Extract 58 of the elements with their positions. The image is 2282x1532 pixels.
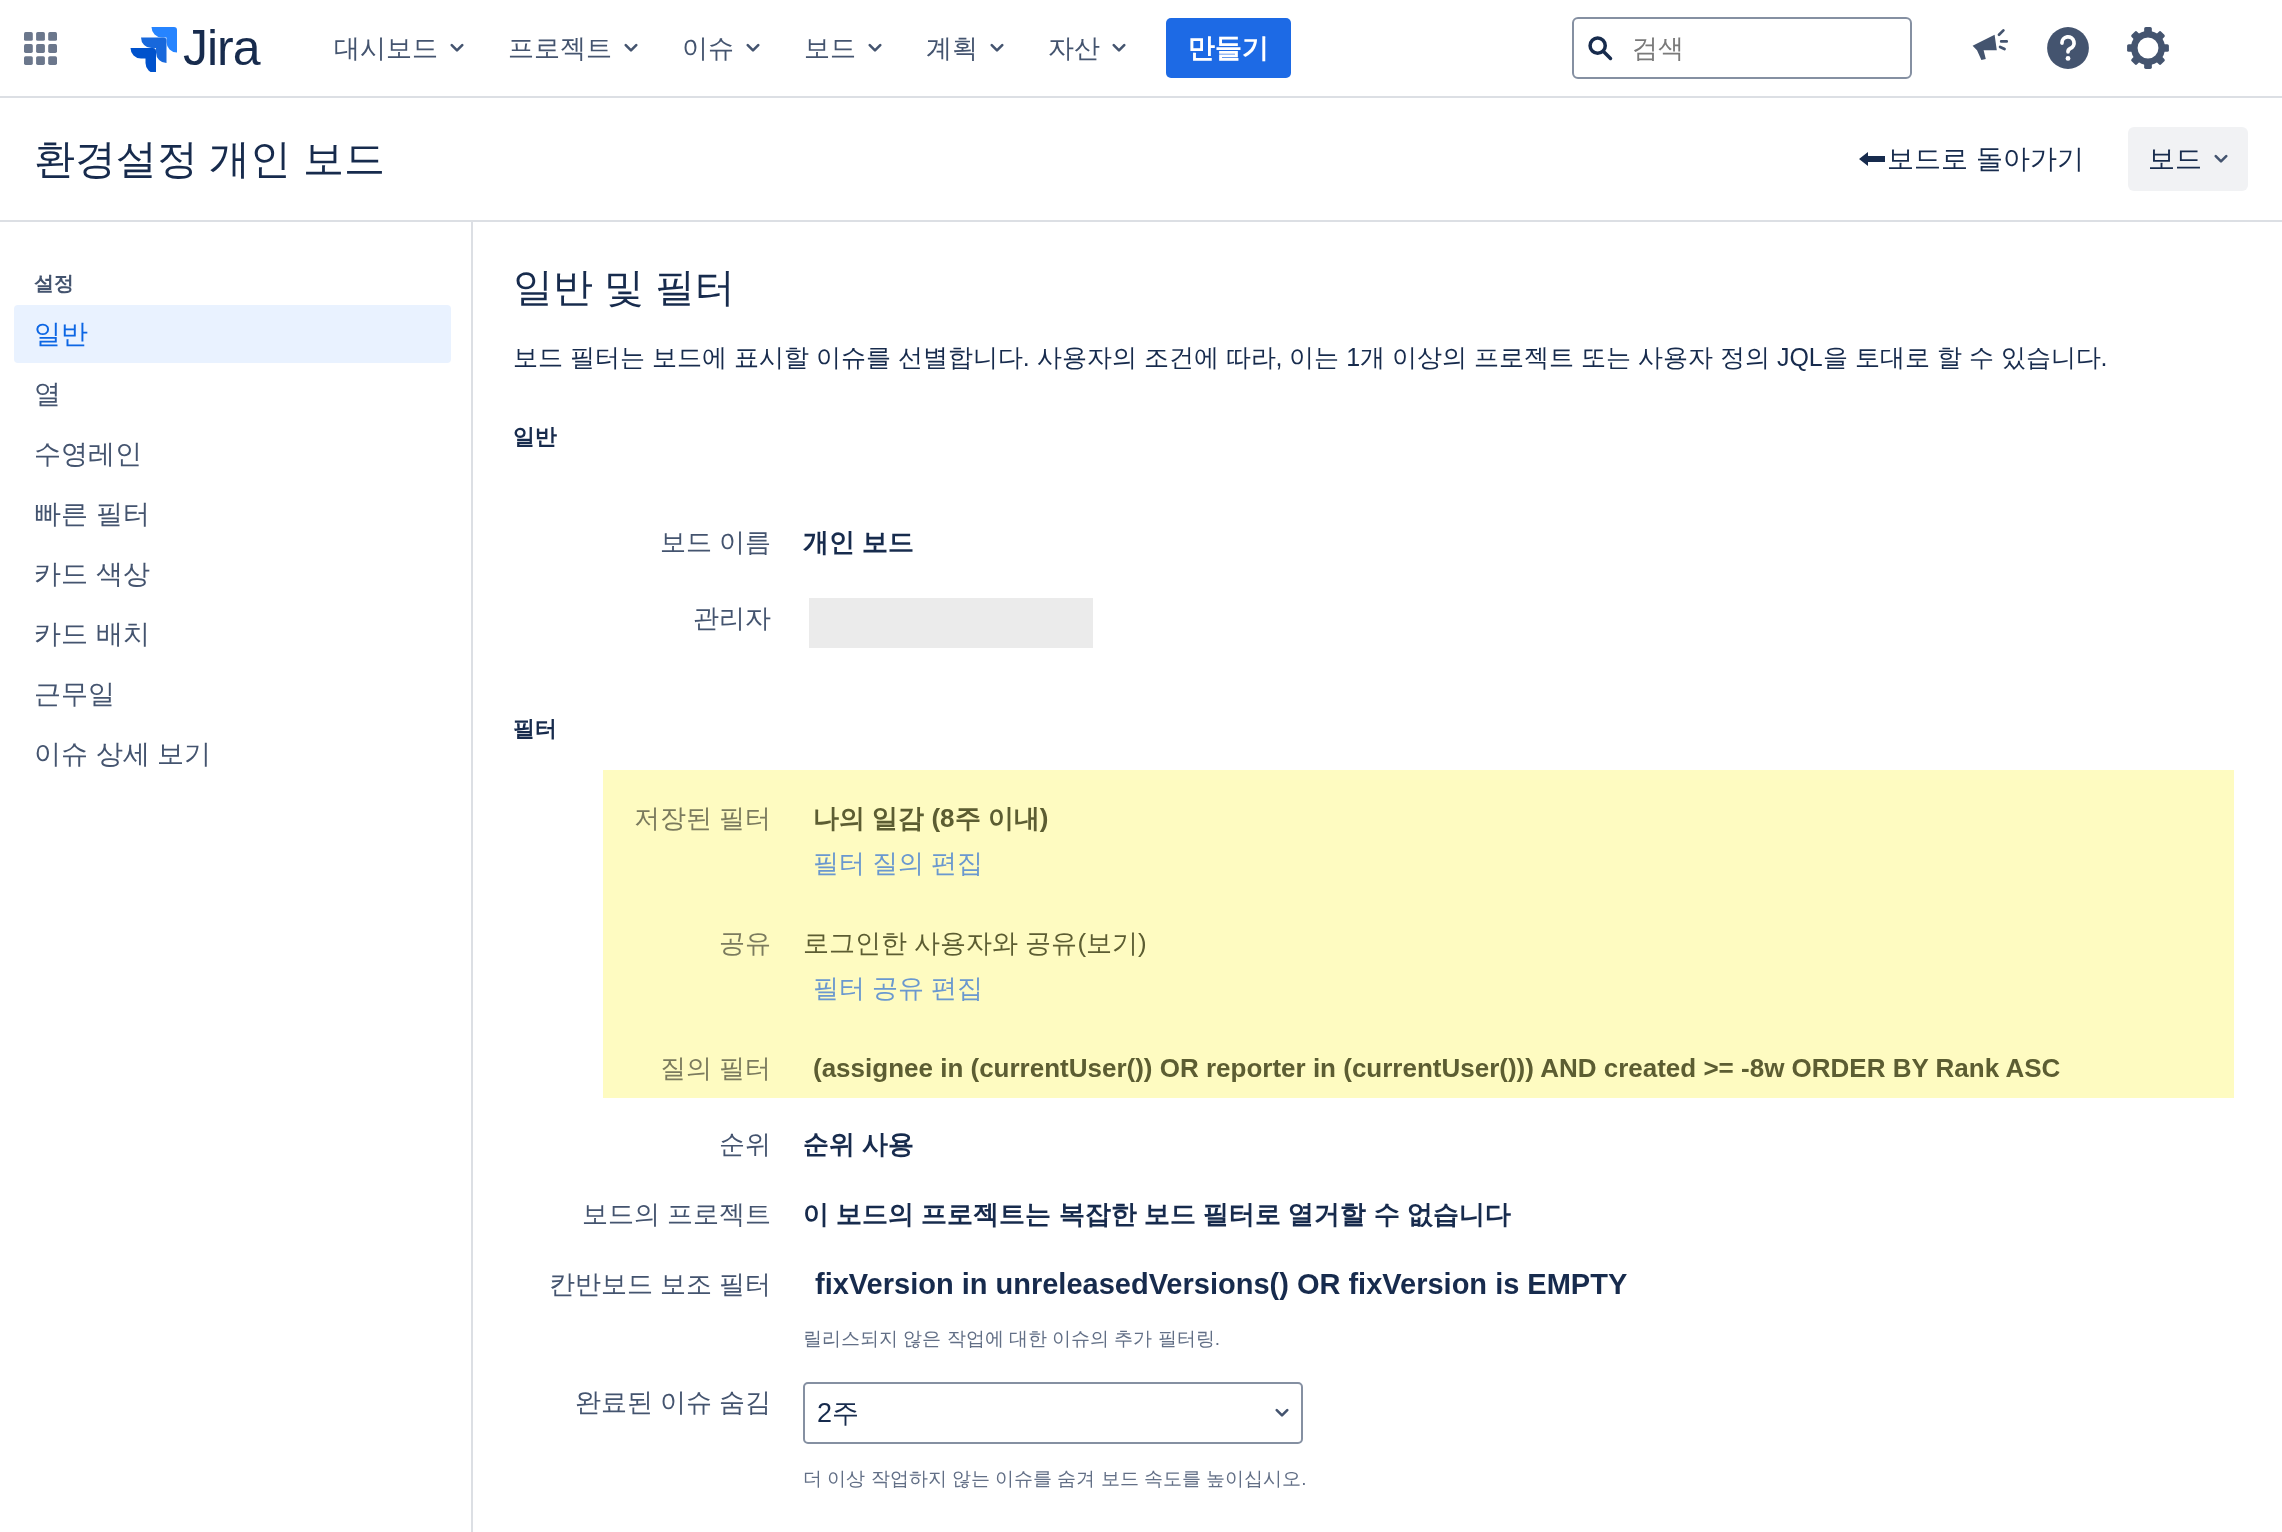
- sidebar-item[interactable]: 이슈 상세 보기: [14, 725, 451, 783]
- chevron-down-icon: [989, 43, 1004, 53]
- field-label: 공유: [718, 927, 771, 960]
- chevron-down-icon: [449, 43, 464, 53]
- field-value: 로그인한 사용자와 공유(보기): [803, 927, 1147, 960]
- section-title: 일반 및 필터: [513, 264, 737, 311]
- field-value: 나의 일감 (8주 이내): [812, 802, 1049, 835]
- sidebar-item[interactable]: 수영레인: [14, 425, 451, 483]
- sidebar-item[interactable]: 근무일: [14, 665, 451, 723]
- sidebar-item[interactable]: 일반: [14, 305, 451, 363]
- sidebar-item[interactable]: 빠른 필터: [14, 485, 451, 543]
- sidebar-item[interactable]: 열: [14, 365, 451, 423]
- field-value: 이 보드의 프로젝트는 복잡한 보드 필터로 열거할 수 없습니다: [803, 1198, 1511, 1231]
- chevron-down-icon: [867, 43, 882, 53]
- field-label: 보드의 프로젝트: [580, 1198, 771, 1231]
- nav-menu[interactable]: 대시보드: [329, 22, 468, 74]
- back-to-board-link[interactable]: 보드로 돌아가기: [1859, 141, 2084, 177]
- select-field[interactable]: 2주: [803, 1382, 1303, 1444]
- nav-menu[interactable]: 이슈: [677, 22, 764, 74]
- description-text: 보드 필터는 보드에 표시할 이슈를 선별합니다. 사용자의 조건에 따라, 이는 1개 이상의 프로젝트 또는 사용자 정의 JQL을 토대로 할 수 있습니다.: [513, 342, 2109, 373]
- logo-text[interactable]: Jira: [183, 19, 260, 77]
- chevron-down-icon: [623, 43, 638, 53]
- field-value: 순위 사용: [803, 1128, 915, 1161]
- chevron-down-icon: [1111, 43, 1126, 53]
- field-value: (assignee in (currentUser()) OR reporter in (currentUser())) AND created >= -8w ORDER BY Rank ASC: [812, 1052, 2061, 1085]
- sidebar-heading: 설정: [33, 271, 75, 296]
- nav-menu[interactable]: 계획: [921, 22, 1008, 74]
- page-title: 환경설정 개인 보드: [34, 134, 385, 184]
- field-label: 완료된 이슈 숨김: [573, 1386, 771, 1419]
- field-label: 저장된 필터: [632, 802, 771, 835]
- create-button[interactable]: 만들기: [1165, 18, 1291, 78]
- field-value: fixVersion in unreleasedVersions() OR fixVersion is EMPTY: [814, 1267, 1628, 1302]
- field-label: 질의 필터: [658, 1052, 771, 1085]
- field-label: 순위: [718, 1128, 771, 1161]
- search-icon: [1586, 34, 1614, 62]
- chevron-down-icon: [745, 43, 760, 53]
- chevron-down-icon: [2214, 154, 2228, 164]
- sidebar-item[interactable]: 카드 색상: [14, 545, 451, 603]
- group-heading: 일반: [513, 423, 558, 451]
- field-label: 칸반보드 보조 필터: [547, 1268, 771, 1301]
- help-text: 더 이상 작업하지 않는 이슈를 숨겨 보드 속도를 높이십시오.: [803, 1467, 1307, 1491]
- sidebar-item[interactable]: 카드 배치: [14, 605, 451, 663]
- board-menu-button[interactable]: 보드: [2128, 127, 2248, 191]
- logo-icon[interactable]: [129, 24, 177, 72]
- group-heading: 필터: [513, 715, 558, 743]
- nav-menu[interactable]: 프로젝트: [503, 22, 642, 74]
- nav-menu[interactable]: 보드: [799, 22, 886, 74]
- search-field[interactable]: 검색: [1572, 17, 1912, 79]
- app-grid-icon[interactable]: [24, 31, 57, 65]
- nav-menu[interactable]: 자산: [1043, 22, 1130, 74]
- back-arrow-icon: [1859, 151, 1886, 167]
- help-icon[interactable]: [2046, 26, 2090, 70]
- field-label: 보드 이름: [658, 526, 771, 559]
- settings-icon[interactable]: [2126, 26, 2170, 70]
- field-value: 개인 보드: [803, 526, 915, 559]
- help-text: 릴리스되지 않은 작업에 대한 이슈의 추가 필터링.: [803, 1327, 1220, 1351]
- field-label: 관리자: [692, 602, 771, 635]
- chevron-down-icon: [1275, 1408, 1289, 1418]
